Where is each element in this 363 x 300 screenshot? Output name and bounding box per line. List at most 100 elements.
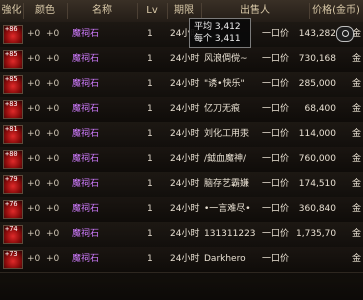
duration: 24小时 bbox=[170, 129, 200, 139]
duration: 24小时 bbox=[170, 79, 200, 89]
item-lv: 1 bbox=[147, 129, 153, 139]
duration: 24小时 bbox=[170, 204, 200, 214]
item-level: +79 bbox=[5, 175, 18, 183]
header-name[interactable]: 名称 bbox=[67, 3, 138, 19]
strength-value: +0 bbox=[27, 129, 41, 139]
currency-label: 金 bbox=[352, 204, 362, 214]
duration: 24小时 bbox=[170, 104, 200, 114]
table-row[interactable]: +86 +0 +0 魔祠石 1 24小时 一口价 143,282 金 bbox=[0, 22, 363, 48]
header-strength[interactable]: 強化 bbox=[0, 3, 24, 19]
item-level: +80 bbox=[5, 150, 18, 158]
seller-name: 刘化工用汞 bbox=[204, 129, 250, 139]
grade-value: +0 bbox=[46, 179, 60, 189]
grade-value: +0 bbox=[46, 104, 60, 114]
header-price[interactable]: 价格(金币) bbox=[309, 3, 363, 19]
strength-value: +0 bbox=[27, 229, 41, 239]
table-row[interactable]: +74 +0 +0 魔祠石 1 24小时 131311223 一口价 1,735… bbox=[0, 222, 363, 248]
price-value: 360,840 bbox=[298, 204, 336, 214]
seller-name: /鉞血魔神/ bbox=[204, 154, 247, 164]
item-lv: 1 bbox=[147, 204, 153, 214]
seller-name: 131311223 bbox=[204, 229, 256, 239]
strength-value: +0 bbox=[27, 79, 41, 89]
strength-value: +0 bbox=[27, 179, 41, 189]
item-name: 魔祠石 bbox=[72, 104, 100, 114]
grade-value: +0 bbox=[46, 229, 60, 239]
strength-value: +0 bbox=[27, 154, 41, 164]
currency-label: 金 bbox=[352, 54, 362, 64]
demon-stone-icon: +83 bbox=[3, 100, 23, 119]
header-duration[interactable]: 期限 bbox=[167, 3, 202, 19]
table-row[interactable]: +85 +0 +0 魔祠石 1 24小时 "诱•快乐" 一口价 285,000 … bbox=[0, 72, 363, 98]
item-name: 魔祠石 bbox=[72, 154, 100, 164]
table-row[interactable]: +81 +0 +0 魔祠石 1 24小时 刘化工用汞 一口价 114,000 金 bbox=[0, 122, 363, 148]
table-header: 強化 颜色 名称 Lv 期限 出售人 价格(金币) bbox=[0, 0, 363, 23]
table-row[interactable]: +73 +0 +0 魔祠石 1 24小时 Darkhero 一口价 金 bbox=[0, 247, 363, 273]
duration: 24小时 bbox=[170, 54, 200, 64]
search-icon[interactable] bbox=[336, 26, 354, 42]
item-name: 魔祠石 bbox=[72, 254, 100, 264]
header-seller[interactable]: 出售人 bbox=[201, 3, 310, 19]
demon-stone-icon: +85 bbox=[3, 50, 23, 69]
duration: 24小时 bbox=[170, 154, 200, 164]
item-lv: 1 bbox=[147, 104, 153, 114]
table-row[interactable]: +76 +0 +0 魔祠石 1 24小时 •一言难尽• 一口价 360,840 … bbox=[0, 197, 363, 223]
item-level: +76 bbox=[5, 200, 18, 208]
seller-name: 亿刀无痕 bbox=[204, 104, 241, 114]
average-price-tooltip: 平均 3,412 每个 3,411 bbox=[189, 18, 251, 48]
item-lv: 1 bbox=[147, 179, 153, 189]
table-row[interactable]: +79 +0 +0 魔祠石 1 24小时 脑存艺霸嫌 一口价 174,510 金 bbox=[0, 172, 363, 198]
price-value: 760,000 bbox=[298, 154, 336, 164]
item-name: 魔祠石 bbox=[72, 229, 100, 239]
tooltip-average: 平均 3,412 bbox=[194, 22, 241, 32]
seller-name: 脑存艺霸嫌 bbox=[204, 179, 250, 189]
currency-label: 金 bbox=[352, 179, 362, 189]
grade-value: +0 bbox=[46, 254, 60, 264]
strength-value: +0 bbox=[27, 254, 41, 264]
table-row[interactable]: +80 +0 +0 魔祠石 1 24小时 /鉞血魔神/ 一口价 760,000 … bbox=[0, 147, 363, 173]
table-row[interactable]: +83 +0 +0 魔祠石 1 24小时 亿刀无痕 一口价 68,400 金 bbox=[0, 97, 363, 123]
demon-stone-icon: +73 bbox=[3, 250, 23, 269]
currency-label: 金 bbox=[352, 79, 362, 89]
seller-name: "诱•快乐" bbox=[204, 79, 245, 89]
item-lv: 1 bbox=[147, 79, 153, 89]
strength-value: +0 bbox=[27, 204, 41, 214]
grade-value: +0 bbox=[46, 54, 60, 64]
item-level: +83 bbox=[5, 100, 18, 108]
currency-label: 金 bbox=[352, 129, 362, 139]
strength-value: +0 bbox=[27, 29, 41, 39]
duration: 24小时 bbox=[170, 229, 200, 239]
buyout-label: 一口价 bbox=[262, 29, 290, 39]
price-value: 730,168 bbox=[298, 54, 336, 64]
item-lv: 1 bbox=[147, 29, 153, 39]
currency-label: 金 bbox=[352, 104, 362, 114]
item-lv: 1 bbox=[147, 54, 153, 64]
seller-name: 风浪倜傥~ bbox=[204, 54, 248, 64]
grade-value: +0 bbox=[46, 29, 60, 39]
header-lv[interactable]: Lv bbox=[137, 3, 168, 19]
price-value: 143,282 bbox=[298, 29, 336, 39]
buyout-label: 一口价 bbox=[262, 204, 290, 214]
demon-stone-icon: +81 bbox=[3, 125, 23, 144]
buyout-label: 一口价 bbox=[262, 254, 290, 264]
demon-stone-icon: +85 bbox=[3, 75, 23, 94]
demon-stone-icon: +74 bbox=[3, 225, 23, 244]
item-name: 魔祠石 bbox=[72, 79, 100, 89]
buyout-label: 一口价 bbox=[262, 104, 290, 114]
duration: 24小时 bbox=[170, 179, 200, 189]
grade-value: +0 bbox=[46, 79, 60, 89]
price-value: 114,000 bbox=[298, 129, 336, 139]
item-name: 魔祠石 bbox=[72, 54, 100, 64]
item-lv: 1 bbox=[147, 154, 153, 164]
header-color[interactable]: 颜色 bbox=[23, 3, 68, 19]
grade-value: +0 bbox=[46, 204, 60, 214]
seller-name: Darkhero bbox=[204, 254, 246, 264]
price-value bbox=[296, 247, 336, 272]
item-level: +85 bbox=[5, 75, 18, 83]
table-row[interactable]: +85 +0 +0 魔祠石 1 24小时 风浪倜傥~ 一口价 730,168 金 bbox=[0, 47, 363, 73]
item-name: 魔祠石 bbox=[72, 129, 100, 139]
demon-stone-icon: +76 bbox=[3, 200, 23, 219]
strength-value: +0 bbox=[27, 54, 41, 64]
item-lv: 1 bbox=[147, 229, 153, 239]
price-value: 68,400 bbox=[304, 104, 337, 114]
item-level: +73 bbox=[5, 250, 18, 258]
